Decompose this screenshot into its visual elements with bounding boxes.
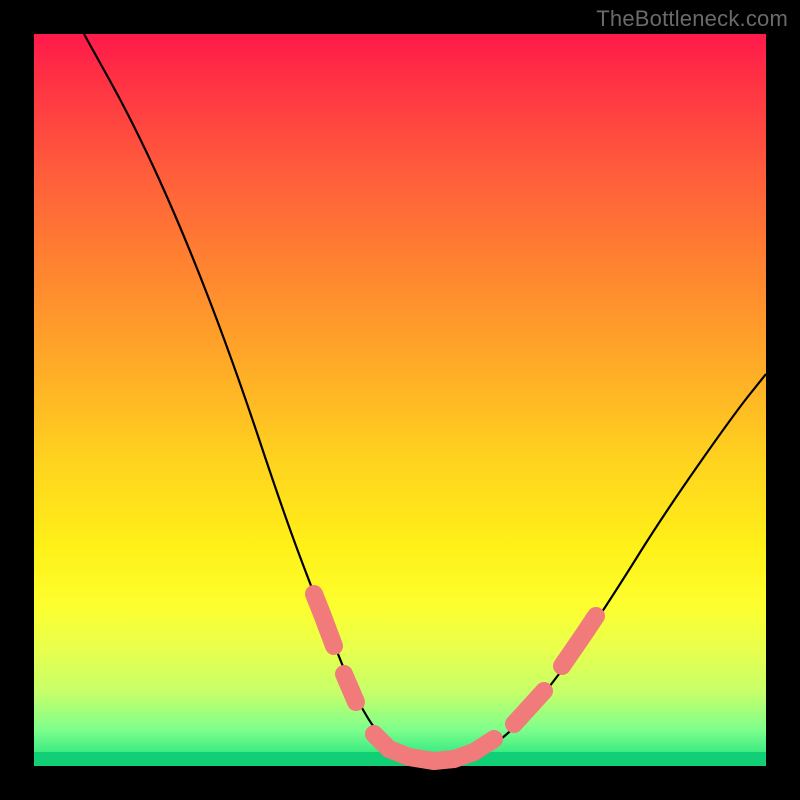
highlight-band-segment xyxy=(314,594,334,646)
bottleneck-curve xyxy=(84,34,766,763)
data-marker xyxy=(326,638,342,654)
data-marker xyxy=(554,658,570,674)
watermark-text: TheBottleneck.com xyxy=(596,6,788,32)
highlight-band-segment xyxy=(562,616,596,666)
data-marker xyxy=(381,741,397,757)
data-marker xyxy=(306,586,322,602)
chart-svg xyxy=(34,34,766,766)
plot-area xyxy=(34,34,766,766)
data-marker xyxy=(426,753,442,769)
data-marker xyxy=(588,608,604,624)
data-marker xyxy=(506,716,522,732)
data-marker xyxy=(466,744,482,760)
data-marker xyxy=(348,694,364,710)
highlight-band-group xyxy=(314,594,596,761)
